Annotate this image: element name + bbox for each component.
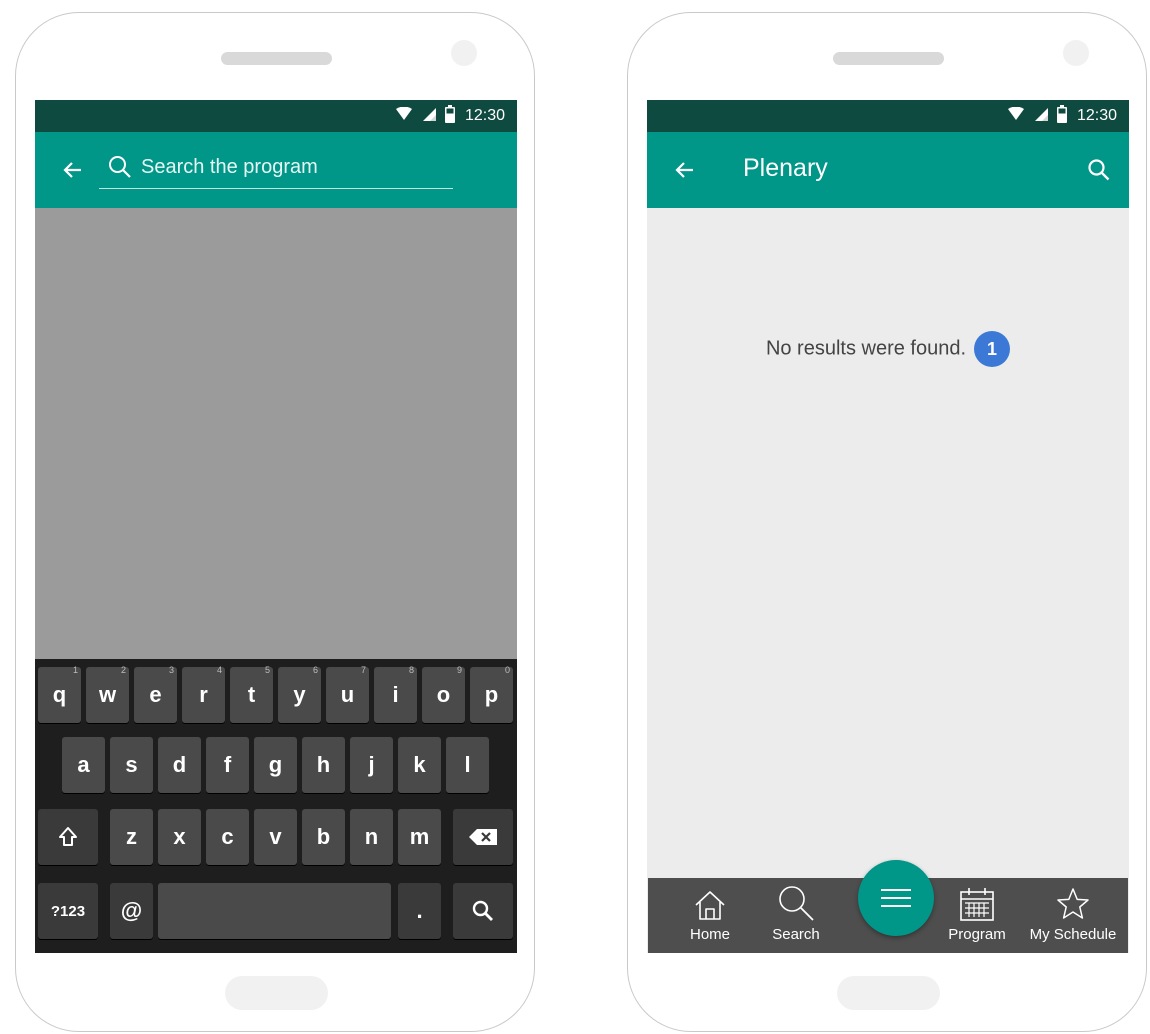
nav-my-schedule-label: My Schedule bbox=[1029, 926, 1117, 943]
battery-icon bbox=[444, 104, 455, 128]
nav-program[interactable]: Program bbox=[946, 878, 1008, 953]
key-f[interactable]: f bbox=[206, 737, 249, 793]
status-bar: 12:30 bbox=[35, 100, 517, 132]
key-j[interactable]: j bbox=[350, 737, 393, 793]
phone-frame-right: 12:30 Plenary No results were found. 1 Ho… bbox=[627, 12, 1147, 1032]
front-camera bbox=[1063, 40, 1089, 66]
key-v[interactable]: v bbox=[254, 809, 297, 865]
shift-key[interactable] bbox=[38, 809, 98, 865]
key-t[interactable]: t5 bbox=[230, 665, 273, 723]
backspace-key[interactable] bbox=[453, 809, 513, 865]
search-icon bbox=[472, 900, 493, 921]
home-icon bbox=[693, 878, 727, 922]
home-hardware-button[interactable] bbox=[837, 976, 940, 1010]
wifi-icon bbox=[395, 106, 413, 126]
empty-message: No results were found. bbox=[765, 337, 967, 360]
status-bar: 12:30 bbox=[647, 100, 1129, 132]
status-time: 12:30 bbox=[1076, 107, 1117, 124]
arrow-left-icon bbox=[63, 162, 81, 178]
annotation-badge: 1 bbox=[974, 331, 1011, 367]
key-r[interactable]: r4 bbox=[182, 665, 225, 723]
nav-search[interactable]: Search bbox=[768, 878, 824, 953]
keyboard-search-key[interactable] bbox=[453, 883, 513, 939]
key-a[interactable]: a bbox=[62, 737, 105, 793]
nav-search-label: Search bbox=[772, 926, 820, 943]
key-u[interactable]: u7 bbox=[326, 665, 369, 723]
hamburger-menu-icon bbox=[881, 889, 911, 907]
search-icon bbox=[107, 154, 133, 185]
dimmed-content-overlay bbox=[35, 208, 517, 659]
back-button[interactable] bbox=[59, 156, 87, 184]
empty-state: No results were found. 1 bbox=[647, 331, 1129, 367]
arrow-left-icon bbox=[675, 162, 693, 178]
phone-frame-left: 12:30 q1 w2 e3 r4 t5 y6 u7 i8 bbox=[15, 12, 535, 1032]
search-button[interactable] bbox=[1085, 156, 1113, 184]
search-field[interactable] bbox=[99, 150, 453, 189]
nav-home-label: Home bbox=[689, 926, 730, 943]
search-icon bbox=[1088, 159, 1110, 181]
key-c[interactable]: c bbox=[206, 809, 249, 865]
search-screen: 12:30 q1 w2 e3 r4 t5 y6 u7 i8 bbox=[35, 100, 517, 953]
wifi-icon bbox=[1007, 106, 1025, 126]
star-icon bbox=[1055, 878, 1091, 922]
backspace-icon bbox=[469, 829, 497, 845]
key-k[interactable]: k bbox=[398, 737, 441, 793]
nav-program-label: Program bbox=[948, 926, 1006, 943]
key-y[interactable]: y6 bbox=[278, 665, 321, 723]
search-input[interactable] bbox=[141, 152, 441, 182]
symbols-key[interactable]: ?123 bbox=[38, 883, 98, 939]
key-n[interactable]: n bbox=[350, 809, 393, 865]
front-camera bbox=[451, 40, 477, 66]
signal-icon bbox=[421, 106, 437, 127]
speaker-grille bbox=[833, 52, 944, 65]
battery-icon bbox=[1056, 104, 1067, 128]
key-g[interactable]: g bbox=[254, 737, 297, 793]
key-d[interactable]: d bbox=[158, 737, 201, 793]
key-w[interactable]: w2 bbox=[86, 665, 129, 723]
shift-icon bbox=[59, 827, 77, 846]
speaker-grille bbox=[221, 52, 332, 65]
search-app-bar bbox=[35, 132, 517, 208]
signal-icon bbox=[1033, 106, 1049, 127]
plenary-results-screen: 12:30 Plenary No results were found. 1 Ho… bbox=[647, 100, 1129, 953]
calendar-icon bbox=[959, 878, 995, 922]
key-h[interactable]: h bbox=[302, 737, 345, 793]
on-screen-keyboard: q1 w2 e3 r4 t5 y6 u7 i8 o9 p0 a s d f g … bbox=[35, 659, 517, 953]
key-e[interactable]: e3 bbox=[134, 665, 177, 723]
search-icon bbox=[777, 878, 815, 922]
key-m[interactable]: m bbox=[398, 809, 441, 865]
nav-home[interactable]: Home bbox=[688, 878, 732, 953]
key-p[interactable]: p0 bbox=[470, 665, 513, 723]
key-i[interactable]: i8 bbox=[374, 665, 417, 723]
key-period[interactable]: . bbox=[398, 883, 441, 939]
nav-my-schedule[interactable]: My Schedule bbox=[1028, 878, 1118, 953]
key-z[interactable]: z bbox=[110, 809, 153, 865]
back-button[interactable] bbox=[671, 156, 699, 184]
page-title: Plenary bbox=[743, 154, 828, 182]
key-l[interactable]: l bbox=[446, 737, 489, 793]
home-hardware-button[interactable] bbox=[225, 976, 328, 1010]
key-q[interactable]: q1 bbox=[38, 665, 81, 723]
key-at[interactable]: @ bbox=[110, 883, 153, 939]
key-b[interactable]: b bbox=[302, 809, 345, 865]
menu-fab-button[interactable] bbox=[858, 860, 934, 936]
key-x[interactable]: x bbox=[158, 809, 201, 865]
status-time: 12:30 bbox=[464, 107, 505, 124]
app-bar: Plenary bbox=[647, 132, 1129, 208]
key-s[interactable]: s bbox=[110, 737, 153, 793]
space-key[interactable] bbox=[158, 883, 391, 939]
key-o[interactable]: o9 bbox=[422, 665, 465, 723]
